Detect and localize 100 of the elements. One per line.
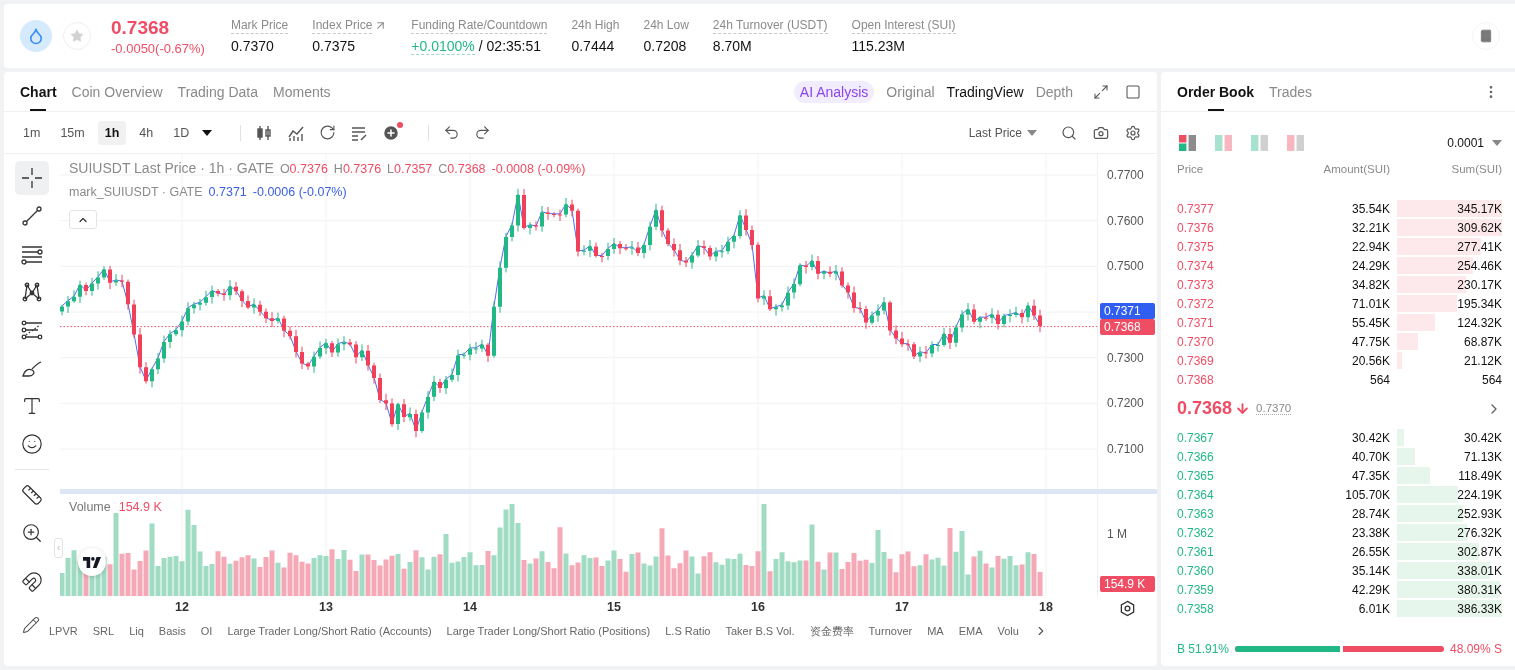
price-axis-label: 0.7500 [1107, 259, 1144, 274]
chart-tab[interactable]: Coin Overview [71, 72, 163, 111]
time-axis-label: 17 [895, 600, 909, 614]
node-pattern-icon [21, 281, 43, 303]
interval-button[interactable]: 1D [166, 120, 197, 145]
indicator-tab[interactable]: Large Trader Long/Short Ratio (Accounts) [227, 624, 432, 638]
smiley-icon [21, 433, 43, 455]
redo-icon[interactable] [474, 124, 492, 141]
time-axis-label: 16 [751, 600, 765, 614]
layout-toggle-icon[interactable] [1287, 135, 1304, 151]
sell-ratio: 48.09% S [1449, 642, 1502, 656]
sum-cell: 380.31K [1457, 582, 1502, 597]
precision-dropdown[interactable]: 0.0001 [1447, 136, 1502, 150]
settings-icon[interactable] [1118, 599, 1136, 617]
indicator-tab[interactable]: Turnover [868, 624, 913, 638]
settings-icon[interactable] [1125, 124, 1141, 141]
ai-analysis-button[interactable]: AI Analysis [793, 80, 875, 103]
chart-tab[interactable]: Chart [20, 72, 57, 111]
ohlc-value: 0.7376 [342, 162, 382, 176]
ohlc-value: 0.7357 [394, 162, 433, 176]
time-axis-label: 14 [463, 600, 477, 614]
bid-price: 0.7361 [1177, 544, 1215, 559]
horizontal-lines-icon [21, 243, 43, 265]
rotate-icon[interactable] [319, 124, 337, 141]
indicator-tab[interactable]: Large Trader Long/Short Ratio (Positions) [446, 624, 651, 638]
bid-price: 0.7358 [1177, 601, 1215, 616]
column-header: Price [1177, 163, 1205, 175]
chart-tab[interactable]: Moments [273, 72, 331, 111]
mark-price: 0.7370 [1256, 402, 1292, 415]
indicator-tab[interactable]: Liq [129, 624, 144, 638]
amount-cell-text: 30.42K [1350, 430, 1390, 445]
interval-button[interactable]: 15m [53, 120, 92, 145]
indicator-tab[interactable]: MA [927, 624, 944, 638]
sum-cell: 118.49K [1458, 468, 1502, 483]
order-book-tab[interactable]: Trades [1269, 72, 1313, 111]
candlestick-icon[interactable] [255, 123, 274, 142]
stat-value: 0.7208 [643, 37, 687, 54]
price-axis-label: 0.7700 [1107, 168, 1144, 182]
amount-cell-text: 105.70K [1344, 487, 1390, 502]
amount-cell-text: 26.55K [1350, 544, 1390, 559]
chart-view-tab[interactable]: Depth [1035, 83, 1073, 100]
column-header: Amount(SUI) [1322, 163, 1390, 175]
amount-cell-text: 47.35K [1350, 468, 1390, 483]
pencil-icon[interactable] [22, 616, 40, 634]
time-axis-label: 15 [607, 600, 621, 614]
expand-icon[interactable] [1093, 83, 1109, 100]
sum-cell: 277.41K [1457, 239, 1502, 254]
stat-label: 24h Low [643, 17, 689, 34]
order-book-tab[interactable]: Order Book [1177, 72, 1254, 111]
ruler-icon [21, 484, 43, 506]
indicator-tab[interactable]: L.S Ratio [665, 624, 711, 638]
sum-cell: 230.17K [1457, 277, 1502, 292]
indicator-tab[interactable]: SRL [92, 624, 115, 638]
interval-button[interactable]: 1h [97, 120, 127, 145]
indicator-tab[interactable]: Volu [997, 624, 1019, 638]
chart-view-tab[interactable]: Original [886, 83, 935, 100]
indicator-tab[interactable]: Taker B.S Vol. [725, 624, 795, 638]
interval-button[interactable]: 1m [16, 120, 48, 145]
sum-cell: 224.19K [1457, 487, 1502, 502]
bid-price: 0.7359 [1177, 582, 1215, 597]
ask-price: 0.7368 [1177, 372, 1215, 387]
layout-toggle-icon[interactable] [1251, 135, 1268, 151]
layout-toggle-icon[interactable] [1215, 135, 1232, 151]
sum-cell: 124.32K [1457, 315, 1502, 330]
layout-toggle-icon[interactable] [1179, 135, 1196, 151]
funding-rate: +0.0100% [411, 37, 475, 55]
amount-cell-text: 40.70K [1350, 449, 1390, 464]
level-lines-icon [21, 319, 43, 341]
volume-axis-label: 1 M [1107, 527, 1127, 541]
indicator-tab[interactable]: Basis [158, 624, 186, 638]
ask-price: 0.7371 [1177, 315, 1215, 330]
bid-price: 0.7364 [1177, 487, 1215, 502]
price-axis-label: 0.7300 [1107, 350, 1144, 365]
caret-down-icon [1027, 129, 1037, 136]
indicator-tab[interactable]: LPVR [49, 624, 78, 638]
stat-label: 24h High [571, 17, 620, 34]
sum-cell: 309.62K [1457, 220, 1502, 235]
add-circle-icon[interactable] [382, 123, 401, 142]
collapse-legend-button[interactable] [69, 210, 97, 229]
interval-button[interactable]: 4h [132, 120, 161, 145]
chevron-left-icon [55, 544, 62, 552]
chart-tab[interactable]: Trading Data [177, 72, 258, 111]
search-icon[interactable] [1061, 124, 1077, 141]
indicator-tab[interactable]: EMA [958, 624, 983, 638]
price-change: -0.0008 (-0.09%) [491, 162, 586, 176]
bid-price: 0.7362 [1177, 525, 1215, 540]
bid-price: 0.7366 [1177, 449, 1215, 464]
stat-label: Index Price [312, 17, 373, 34]
indicator-tab[interactable]: OI [200, 624, 213, 638]
amount-cell-text: 20.56K [1350, 353, 1390, 368]
undo-icon[interactable] [443, 124, 461, 141]
chart-view-tab[interactable]: TradingView [946, 83, 1024, 100]
droplet-logo-icon [20, 20, 52, 52]
caret-down-icon[interactable] [202, 129, 213, 136]
square-icon[interactable] [1125, 83, 1141, 100]
drawing-tool-button[interactable] [15, 161, 49, 195]
indicator-tab[interactable]: 资金费率 [809, 624, 854, 638]
price-source-dropdown[interactable]: Last Price [968, 125, 1037, 140]
camera-icon[interactable] [1093, 124, 1109, 141]
text-icon [21, 395, 43, 417]
